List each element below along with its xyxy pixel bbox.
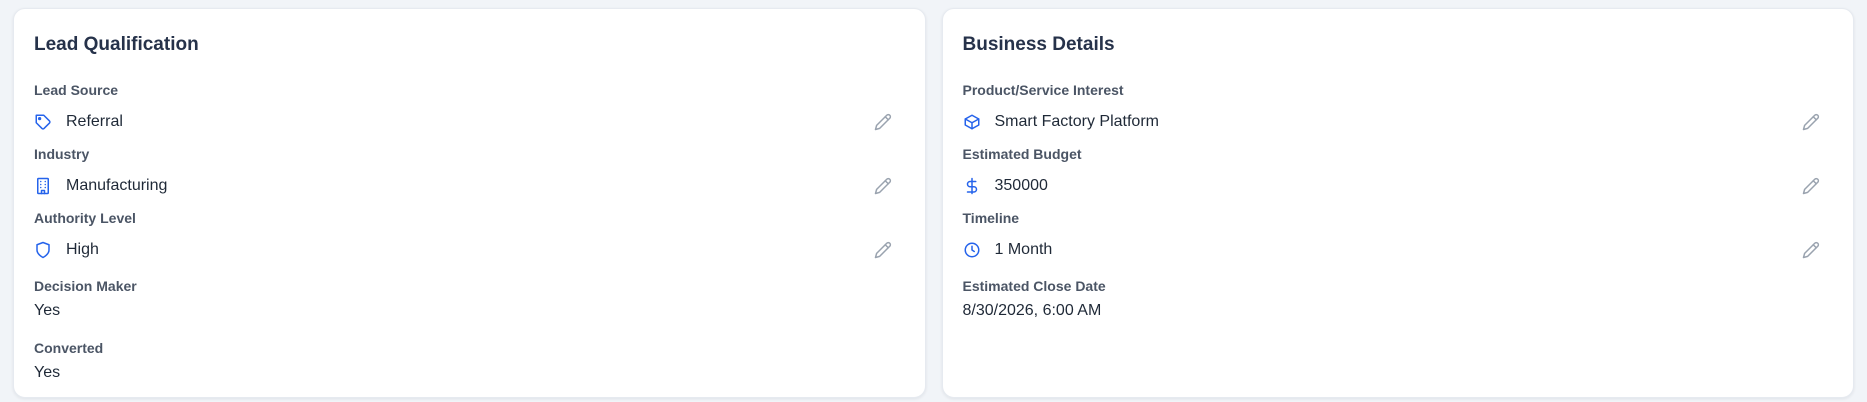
dollar-icon <box>963 177 981 195</box>
field-value: High <box>66 241 99 258</box>
field-value: Yes <box>34 364 61 381</box>
field-value: Yes <box>34 302 61 319</box>
field-label: Converted <box>34 340 104 356</box>
shield-icon <box>34 241 52 259</box>
field-label: Industry <box>34 146 90 162</box>
field-authority-level: Authority Level High <box>34 209 905 273</box>
clock-icon <box>963 241 981 259</box>
pencil-icon <box>1802 177 1820 195</box>
edit-product-interest-button[interactable] <box>1799 110 1823 134</box>
field-value: 1 Month <box>994 241 1053 258</box>
business-details-card: Business Details Product/Service Interes… <box>941 8 1854 398</box>
pencil-icon <box>1802 241 1820 259</box>
edit-timeline-button[interactable] <box>1799 238 1823 262</box>
building-icon <box>34 177 52 195</box>
field-row: High <box>34 227 905 273</box>
field-row: Smart Factory Platform <box>963 99 1834 145</box>
field-row: Manufacturing <box>34 163 905 209</box>
field-lead-source: Lead Source Referral <box>34 81 905 145</box>
field-value: Smart Factory Platform <box>994 113 1159 130</box>
field-industry: Industry Manufacturing <box>34 145 905 209</box>
field-label: Product/Service Interest <box>962 82 1124 98</box>
field-value: Referral <box>66 113 123 130</box>
card-title: Business Details <box>962 34 1115 55</box>
field-decision-maker: Decision Maker Yes <box>34 277 905 321</box>
pencil-icon <box>874 241 892 259</box>
field-estimated-budget: Estimated Budget 350000 <box>963 145 1834 209</box>
tag-icon <box>34 113 52 131</box>
field-label: Lead Source <box>34 82 119 98</box>
field-product-interest: Product/Service Interest Smart Factory P… <box>963 81 1834 145</box>
package-icon <box>963 113 981 131</box>
edit-estimated-budget-button[interactable] <box>1799 174 1823 198</box>
field-estimated-close-date: Estimated Close Date 8/30/2026, 6:00 AM <box>963 277 1834 321</box>
page: Lead Qualification Lead Source Referral … <box>0 0 1867 402</box>
field-label: Decision Maker <box>34 278 137 294</box>
pencil-icon <box>874 177 892 195</box>
field-label: Timeline <box>962 210 1020 226</box>
field-label: Estimated Budget <box>962 146 1082 162</box>
field-value: 350000 <box>994 177 1048 194</box>
card-title: Lead Qualification <box>34 34 199 55</box>
field-label: Estimated Close Date <box>962 278 1106 294</box>
edit-authority-level-button[interactable] <box>871 238 895 262</box>
field-label: Authority Level <box>34 210 136 226</box>
edit-lead-source-button[interactable] <box>871 110 895 134</box>
field-timeline: Timeline 1 Month <box>963 209 1834 273</box>
lead-qualification-card: Lead Qualification Lead Source Referral … <box>13 8 926 398</box>
field-row: Referral <box>34 99 905 145</box>
pencil-icon <box>1802 113 1820 131</box>
pencil-icon <box>874 113 892 131</box>
field-row: 350000 <box>963 163 1834 209</box>
field-value: Manufacturing <box>66 177 168 194</box>
edit-industry-button[interactable] <box>871 174 895 198</box>
field-row: 1 Month <box>963 227 1834 273</box>
field-converted: Converted Yes <box>34 339 905 383</box>
field-value: 8/30/2026, 6:00 AM <box>962 302 1102 319</box>
